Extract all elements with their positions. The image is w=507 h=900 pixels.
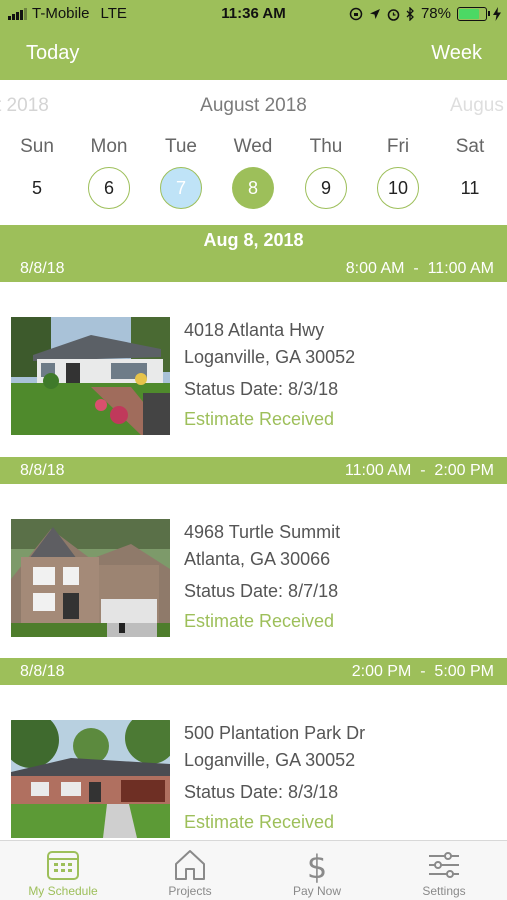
appointment-status: Estimate Received (184, 611, 335, 631)
tab-projects[interactable]: Projects (127, 841, 253, 900)
date-cell[interactable]: 7 (160, 167, 202, 209)
status-date: Status Date: 8/3/18 (184, 379, 339, 399)
week-button[interactable]: Week (431, 42, 482, 65)
weekday-label: Sat (455, 136, 485, 157)
today-button[interactable]: Today (26, 42, 79, 65)
appointment-status: Estimate Received (184, 812, 335, 832)
nav-bar: Today Week (0, 28, 507, 80)
appointment-info: 500 Plantation Park Dr Loganville, GA 30… (184, 720, 365, 837)
appointment-info: 4968 Turtle Summit Atlanta, GA 30066 Sta… (184, 519, 340, 636)
address-line-1: 500 Plantation Park Dr (184, 723, 366, 743)
weekday-label: Fri (386, 136, 410, 157)
svg-text:$: $ (307, 848, 327, 883)
next-month-label[interactable]: Augus (450, 95, 504, 117)
weekday-label: Mon (90, 136, 128, 157)
date-cell[interactable]: 5 (16, 167, 58, 209)
status-date: Status Date: 8/7/18 (184, 581, 339, 601)
appointment-time-bar: 8/8/18 8:00 AM - 11:00 AM (0, 255, 507, 282)
appointment-status: Estimate Received (184, 409, 335, 429)
date-row: 5 6 7 8 9 10 11 (0, 167, 507, 211)
house-photo[interactable] (11, 519, 170, 637)
battery-percent: 78% (420, 5, 451, 22)
charging-bolt-icon (493, 6, 501, 21)
screen-lock-icon (349, 7, 363, 20)
status-bar: T-Mobile LTE 11:36 AM 78% (0, 0, 507, 28)
selected-day-header: Aug 8, 2018 (0, 225, 507, 255)
date-cell[interactable]: 11 (449, 167, 491, 209)
weekday-row: Sun Mon Tue Wed Thu Fri Sat (0, 136, 507, 160)
appointment-time: 11:00 AM - 2:00 PM (344, 462, 494, 479)
tab-settings[interactable]: Settings (381, 841, 507, 900)
appointment-card[interactable]: 8/8/18 11:00 AM - 2:00 PM 4968 Turtle Su… (0, 457, 507, 657)
appointment-date: 8/8/18 (20, 663, 65, 680)
battery-fill (459, 8, 480, 19)
appointment-date: 8/8/18 (20, 462, 65, 479)
address-line-1: 4018 Atlanta Hwy (184, 320, 325, 340)
address-line-1: 4968 Turtle Summit (184, 522, 341, 542)
tab-bar: My Schedule Projects $ Pay Now Settings (0, 840, 507, 900)
weekday-label: Tue (164, 136, 198, 157)
location-icon (369, 8, 380, 19)
weekday-label: Thu (309, 136, 343, 157)
address-line-2: Loganville, GA 30052 (184, 347, 356, 367)
weekday-label: Sun (20, 136, 54, 157)
date-cell[interactable]: 6 (88, 167, 130, 209)
address-line-2: Loganville, GA 30052 (184, 750, 356, 770)
status-date: Status Date: 8/3/18 (184, 782, 339, 802)
date-cell[interactable]: 9 (305, 167, 347, 209)
appointment-card[interactable]: 8/8/18 2:00 PM - 5:00 PM 500 Plantation … (0, 658, 507, 858)
appointment-card[interactable]: 8/8/18 8:00 AM - 11:00 AM 4018 Atlanta H… (0, 255, 507, 455)
appointment-time: 8:00 AM - 11:00 AM (345, 260, 494, 277)
weekday-label: Wed (233, 136, 273, 157)
alarm-icon (387, 8, 400, 21)
current-month-label: August 2018 (200, 95, 307, 116)
dollar-icon: $ (307, 848, 327, 883)
sliders-icon (429, 852, 459, 878)
tab-my-schedule[interactable]: My Schedule (0, 841, 126, 900)
status-right: 78% (349, 5, 501, 22)
tab-label: My Schedule (28, 884, 98, 898)
tab-label: Pay Now (292, 884, 342, 898)
tab-label: Settings (422, 884, 466, 898)
address-line-2: Atlanta, GA 30066 (184, 549, 331, 569)
bluetooth-icon (406, 6, 414, 21)
appointment-time-bar: 8/8/18 2:00 PM - 5:00 PM (0, 658, 507, 685)
calendar-icon (47, 851, 79, 880)
tab-pay-now[interactable]: $ Pay Now (254, 841, 380, 900)
month-scroller[interactable]: t 2018 August 2018 Augus (0, 95, 507, 121)
house-photo[interactable] (11, 720, 170, 838)
battery-icon (457, 6, 490, 21)
house-photo[interactable] (11, 317, 170, 435)
tab-label: Projects (168, 884, 212, 898)
appointment-time: 2:00 PM - 5:00 PM (351, 663, 494, 680)
date-cell-selected[interactable]: 8 (232, 167, 274, 209)
date-cell[interactable]: 10 (377, 167, 419, 209)
appointment-date: 8/8/18 (20, 260, 65, 277)
appointment-info: 4018 Atlanta Hwy Loganville, GA 30052 St… (184, 317, 355, 434)
house-icon (175, 850, 205, 880)
appointment-time-bar: 8/8/18 11:00 AM - 2:00 PM (0, 457, 507, 484)
